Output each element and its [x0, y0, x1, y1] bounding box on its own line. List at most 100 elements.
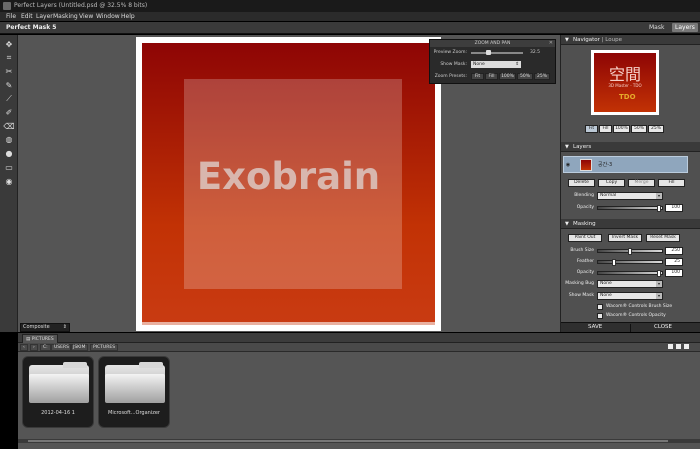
folder-name: 2012-04-16 1	[41, 410, 75, 416]
preview-zoom-slider[interactable]	[471, 50, 523, 55]
nav-25-button[interactable]: 25%	[648, 125, 664, 133]
loupe-tab[interactable]: Loupe	[605, 37, 622, 43]
layer-opacity-input[interactable]: 100	[665, 204, 683, 212]
eye-icon[interactable]: ◉	[563, 162, 573, 168]
masking-bug-label: Masking Bug	[565, 281, 594, 286]
menu-view[interactable]: View	[79, 13, 93, 20]
show-mask-select[interactable]: None ▾	[597, 292, 663, 300]
menu-edit[interactable]: Edit	[21, 13, 33, 20]
breadcrumb-users[interactable]: USERS	[51, 344, 72, 351]
navigator-header[interactable]: ▼ Navigator | Loupe	[561, 35, 700, 45]
panel-actions: SAVE CLOSE	[561, 322, 700, 332]
masking-bug-select[interactable]: None ▾	[597, 280, 663, 288]
cut-tool-icon[interactable]: ✂	[3, 65, 15, 77]
window-title: Perfect Layers (Untitled.psd @ 32.5% 8 b…	[14, 2, 148, 9]
zoom-preset-50-button[interactable]: 50%	[517, 73, 533, 80]
pictures-tab[interactable]: ▤ PICTURES	[22, 334, 58, 343]
brush-size-input[interactable]: 250	[665, 247, 683, 255]
crop-tool-icon[interactable]: ⌗	[3, 52, 15, 64]
collapse-triangle-icon[interactable]: ▼	[565, 142, 569, 152]
wacom-opacity-checkbox[interactable]	[597, 313, 603, 319]
move-tool-icon[interactable]: ✥	[3, 38, 15, 50]
collapse-triangle-icon[interactable]: ▼	[565, 219, 569, 229]
app-icon	[3, 2, 11, 10]
menu-masking[interactable]: Masking	[53, 13, 78, 20]
app-name: Perfect Mask 5	[6, 24, 57, 31]
layer-fill-button[interactable]: Fill	[658, 179, 685, 187]
brush-size-slider[interactable]	[597, 248, 663, 255]
magic-brush-tool-icon[interactable]: ✐	[3, 106, 15, 118]
scrollbar-thumb[interactable]	[28, 440, 668, 442]
brush-tool-icon[interactable]: ✎	[3, 79, 15, 91]
menu-file[interactable]: File	[6, 13, 16, 20]
breadcrumb-drive[interactable]: C:	[40, 344, 51, 351]
feather-label: Feather	[576, 259, 594, 264]
layers-title: Layers	[573, 144, 592, 150]
navigator-thumbnail[interactable]: 空間 3D Master - TDO TDO	[591, 50, 659, 115]
list-view-icon[interactable]	[676, 344, 681, 349]
bucket-tool-icon[interactable]: ◍	[3, 133, 15, 145]
zoom-preset-100-button[interactable]: 100%	[499, 73, 516, 80]
paint-out-button[interactable]: Paint Out	[568, 234, 602, 242]
blob-tool-icon[interactable]: ●	[3, 147, 15, 159]
layer-delete-button[interactable]: Delete	[568, 179, 595, 187]
nav-50-button[interactable]: 50%	[631, 125, 647, 133]
masking-header[interactable]: ▼ Masking	[561, 219, 700, 229]
close-icon[interactable]: ✕	[549, 40, 553, 47]
horizontal-scrollbar[interactable]	[18, 439, 700, 443]
mask-opacity-slider-knob[interactable]	[657, 270, 661, 277]
show-mask-select[interactable]: None ⇕	[471, 61, 521, 68]
hand-tool-icon[interactable]: ◉	[3, 175, 15, 187]
breadcrumb-jskim[interactable]: JSKIM	[70, 344, 89, 351]
eraser-tool-icon[interactable]: ⌫	[3, 120, 15, 132]
collapse-triangle-icon[interactable]: ▼	[565, 35, 569, 45]
nav-fill-button[interactable]: Fill	[599, 125, 612, 133]
view-mode-value: Composite	[23, 324, 50, 330]
feather-input[interactable]: 25	[665, 258, 683, 266]
tool-palette: ✥ ⌗ ✂ ✎ ⟋ ✐ ⌫ ◍ ● ▭ ◉	[0, 35, 18, 332]
nav-100-button[interactable]: 100%	[613, 125, 630, 133]
menu-help[interactable]: Help	[121, 13, 135, 20]
forward-icon[interactable]: ›	[30, 344, 38, 351]
preview-zoom-slider-knob[interactable]	[486, 50, 492, 55]
window-titlebar: Perfect Layers (Untitled.psd @ 32.5% 8 b…	[0, 0, 700, 12]
layer-merge-button[interactable]: Merge	[628, 179, 655, 187]
folder-item[interactable]: 2012-04-16 1	[22, 356, 94, 428]
layer-opacity-slider-knob[interactable]	[657, 205, 661, 212]
view-mode-select[interactable]: Composite ⇕	[20, 323, 70, 332]
menu-window[interactable]: Window	[96, 13, 120, 20]
brush-size-slider-knob[interactable]	[628, 248, 632, 255]
blending-select[interactable]: Normal ▾	[597, 192, 663, 200]
layer-copy-button[interactable]: Copy	[598, 179, 625, 187]
layer-row[interactable]: ◉ 공간-3	[563, 156, 688, 173]
layer-opacity-slider[interactable]	[597, 205, 663, 212]
feather-slider[interactable]	[597, 259, 663, 266]
chisel-tool-icon[interactable]: ⟋	[3, 93, 15, 105]
mask-opacity-input[interactable]: 100	[665, 269, 683, 277]
tab-mask[interactable]: Mask	[646, 23, 667, 32]
canvas-watermark-text: Exobrain	[196, 155, 381, 198]
zoom-preset-fill-button[interactable]: Fill	[485, 73, 498, 80]
tab-layers[interactable]: Layers	[672, 23, 698, 32]
mask-opacity-slider[interactable]	[597, 270, 663, 277]
folder-item[interactable]: Microsoft...Organizer	[98, 356, 170, 428]
wacom-brush-checkbox[interactable]	[597, 304, 603, 310]
rectangle-tool-icon[interactable]: ▭	[3, 161, 15, 173]
feather-slider-knob[interactable]	[612, 259, 616, 266]
close-button[interactable]: CLOSE	[654, 324, 672, 330]
reset-mask-button[interactable]: Reset Mask	[646, 234, 680, 242]
menu-layer[interactable]: Layer	[36, 13, 53, 20]
save-button[interactable]: SAVE	[588, 324, 602, 330]
nav-fit-button[interactable]: Fit	[585, 125, 598, 133]
zoom-pan-title: ZOOM AND PAN	[474, 41, 511, 46]
invert-mask-button[interactable]: Invert Mask	[608, 234, 642, 242]
back-icon[interactable]: ‹	[20, 344, 28, 351]
breadcrumb-pictures[interactable]: PICTURES	[90, 344, 119, 351]
detail-view-icon[interactable]	[684, 344, 689, 349]
zoom-preset-fit-button[interactable]: Fit	[471, 73, 484, 80]
layers-header[interactable]: ▼ Layers	[561, 142, 700, 152]
zoom-presets-label: Zoom Presets:	[434, 74, 467, 79]
grid-view-icon[interactable]	[668, 344, 673, 349]
document-canvas[interactable]: Exobrain	[136, 37, 441, 331]
zoom-preset-25-button[interactable]: 25%	[534, 73, 550, 80]
